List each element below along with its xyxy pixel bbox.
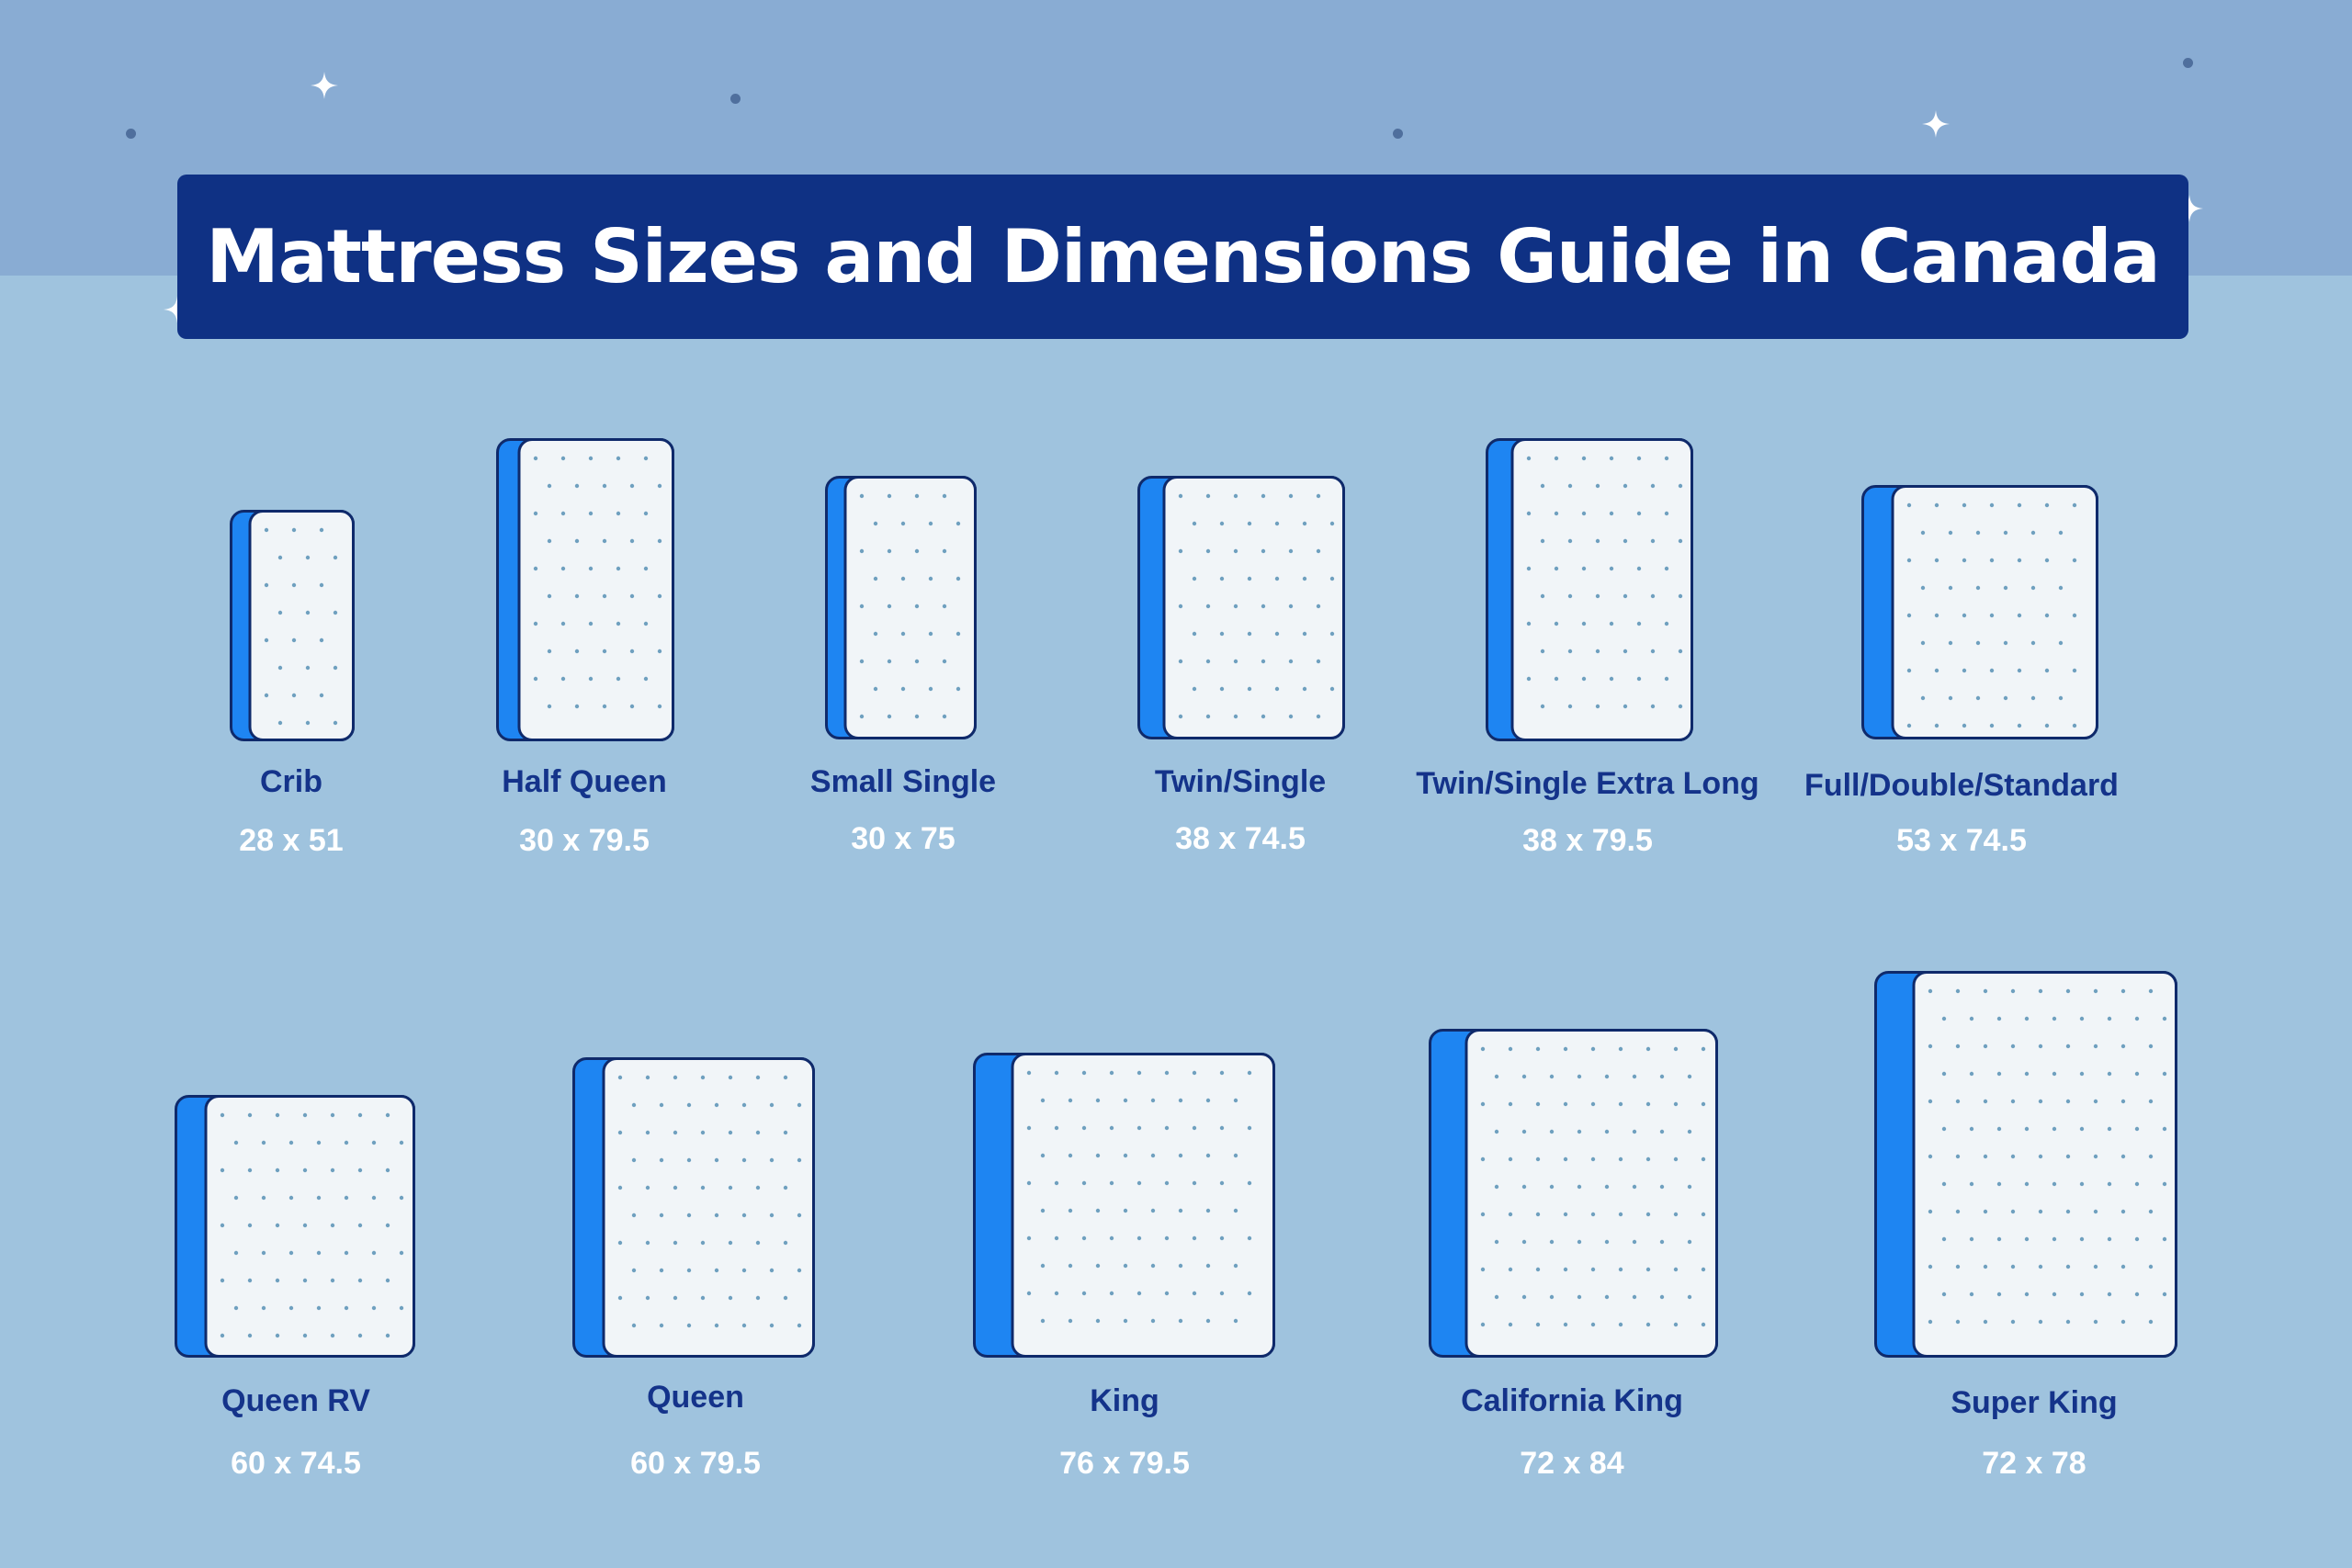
mattress-dimensions: 72 x 84	[1520, 1446, 1624, 1481]
title-banner: Mattress Sizes and Dimensions Guide in C…	[177, 175, 2188, 339]
page-title: Mattress Sizes and Dimensions Guide in C…	[206, 214, 2161, 299]
infographic: Mattress Sizes and Dimensions Guide in C…	[0, 0, 2352, 1568]
mattress-name: Small Single	[809, 764, 997, 799]
dot-icon	[2183, 58, 2193, 68]
mattress-dimensions: 60 x 74.5	[231, 1446, 361, 1481]
mattress-top	[204, 1095, 415, 1358]
mattress-name: King	[1090, 1383, 1159, 1418]
mattress-top	[602, 1057, 815, 1358]
mattress-queen-rv	[175, 1095, 415, 1358]
dot-icon	[126, 129, 136, 139]
mattress-name: Twin/Single	[1154, 764, 1327, 799]
mattress-top	[1510, 438, 1693, 741]
background-main	[0, 276, 2352, 1568]
mattress-top	[248, 510, 355, 741]
mattress-name: Queen RV	[221, 1383, 370, 1418]
mattress-name: Queen	[647, 1380, 744, 1415]
mattress-queen	[572, 1057, 815, 1358]
mattress-twin-single-extra-long	[1486, 438, 1693, 741]
mattress-full-double-standard	[1861, 485, 2098, 739]
mattress-dimensions: 53 x 74.5	[1896, 823, 2027, 858]
mattress-small-single	[825, 476, 977, 739]
mattress-name: Full/Double/Standard	[1804, 768, 2119, 803]
mattress-king	[973, 1053, 1275, 1358]
mattress-california-king	[1429, 1029, 1718, 1358]
mattress-dimensions: 76 x 79.5	[1059, 1446, 1190, 1481]
dot-icon	[730, 94, 741, 104]
mattress-top	[1891, 485, 2098, 739]
mattress-top	[1162, 476, 1345, 739]
mattress-dimensions: 60 x 79.5	[630, 1446, 761, 1481]
mattress-top	[517, 438, 674, 741]
mattress-dimensions: 72 x 78	[1982, 1446, 2086, 1481]
mattress-dimensions: 38 x 74.5	[1175, 821, 1306, 856]
mattress-twin-single	[1137, 476, 1345, 739]
mattress-half-queen	[496, 438, 674, 741]
dot-icon	[1393, 129, 1403, 139]
sparkle-icon	[1922, 110, 1950, 138]
mattress-crib	[230, 510, 355, 741]
mattress-dimensions: 38 x 79.5	[1522, 823, 1653, 858]
mattress-name: Twin/Single Extra Long	[1416, 766, 1759, 801]
mattress-dimensions: 30 x 75	[851, 821, 956, 856]
mattress-name: California King	[1461, 1383, 1683, 1418]
mattress-super-king	[1874, 971, 2177, 1358]
mattress-top	[1912, 971, 2177, 1358]
sparkle-icon	[311, 72, 338, 99]
mattress-top	[843, 476, 977, 739]
mattress-top	[1464, 1029, 1718, 1358]
mattress-name: Super King	[1951, 1385, 2118, 1420]
